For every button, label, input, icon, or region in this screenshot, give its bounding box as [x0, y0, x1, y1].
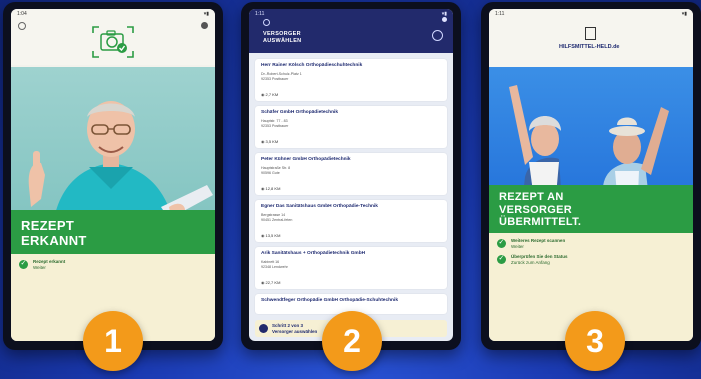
provider-distance: 3,5 KM [261, 139, 279, 144]
page-title: VERSORGER AUSWÄHLEN [263, 31, 301, 45]
result-title-line-1: REZEPT AN [499, 191, 564, 203]
action-sub: Zurück zum Anfang [511, 260, 550, 265]
phone-step-3: 1:11 ▾▮ HILFSMITTEL-HELD.de REZEPT AN VE… [481, 2, 701, 350]
result-title-line-1: REZEPT [21, 218, 75, 233]
status-bar: 1:11 ▾▮ [249, 9, 453, 19]
provider-address: Bergstrasse 14 90451 Zentral-feten [261, 213, 293, 222]
phone-step-1: 1:04 ▾▮ REZEPT ERKANNT ✓ Rezept erkannt … [3, 2, 223, 350]
settings-icon[interactable] [432, 30, 443, 41]
info-text: Rezept erkannt Weiter [33, 259, 65, 271]
step-badge-3: 3 [565, 311, 625, 371]
status-icons: ▾▮ [681, 11, 687, 17]
provider-list: Herr Rainer Kölsch Orthopädieschuhtechni… [255, 59, 447, 319]
provider-name: Peter Kühner GmbH Orthopädietechnik [261, 157, 351, 162]
status-time: 1:04 [17, 11, 27, 17]
menu-dot-icon[interactable] [201, 22, 208, 29]
check-icon [497, 238, 506, 248]
camera-check-icon [92, 26, 134, 58]
check-icon [497, 254, 506, 264]
app-header: 1:04 ▾▮ [11, 9, 215, 65]
status-icons: ▾▮ [203, 11, 209, 17]
provider-address: Hauptstr. 77 - 83 92353 Postbauer [261, 119, 289, 128]
app-header: 1:11 ▾▮ VERSORGER AUSWÄHLEN [249, 9, 453, 53]
result-title-line-2: ERKANNT [21, 233, 87, 248]
info-line-2: Weiter [33, 265, 46, 270]
status-bar: 1:11 ▾▮ [489, 9, 693, 19]
page-title-line-2: AUSWÄHLEN [263, 38, 302, 44]
gear-icon[interactable] [18, 22, 26, 30]
page-title-line-1: VERSORGER [263, 31, 301, 37]
provider-item[interactable]: Schäfer GmbH Orthopädietechnik Hauptstr.… [255, 106, 447, 148]
result-card: REZEPT AN VERSORGER ÜBERMITTELT. [489, 185, 693, 233]
brand-logo-text: HILFSMITTEL-HELD.de [559, 44, 620, 50]
provider-item[interactable]: Herr Rainer Kölsch Orthopädieschuhtechni… [255, 59, 447, 101]
status-time: 1:11 [255, 11, 265, 17]
provider-name: Egner Das Sanitätshaus GmbH Orthopädie-T… [261, 204, 378, 209]
screen-step-1: 1:04 ▾▮ REZEPT ERKANNT ✓ Rezept erkannt … [11, 9, 215, 341]
step-badge-1: 1 [83, 311, 143, 371]
provider-distance: 13,5 KM [261, 233, 281, 238]
screen-step-2: 1:11 ▾▮ VERSORGER AUSWÄHLEN Herr Rainer … [249, 9, 453, 341]
provider-item[interactable]: Egner Das Sanitätshaus GmbH Orthopädie-T… [255, 200, 447, 242]
result-title-line-3: ÜBERMITTELT. [499, 216, 582, 228]
phone-step-2: 1:11 ▾▮ VERSORGER AUSWÄHLEN Herr Rainer … [241, 2, 461, 350]
provider-name: Schäfer GmbH Orthopädietechnik [261, 110, 339, 115]
gear-icon[interactable] [263, 19, 270, 26]
step-label: Versorger auswählen [272, 328, 318, 334]
step-progress-text: Schritt 2 von 3 Versorger auswählen [272, 323, 317, 334]
provider-address: Hauptstraße Str. 8 90596 Gute [261, 166, 291, 175]
provider-item[interactable]: Peter Kühner GmbH Orthopädietechnik Haup… [255, 153, 447, 195]
action-sub: Weiter [511, 244, 524, 249]
result-title: REZEPT AN VERSORGER ÜBERMITTELT. [499, 191, 581, 229]
provider-address: Dr.-Robert-Schulz-Platz 1 92353 Postbaue… [261, 72, 302, 81]
progress-circle-icon [259, 324, 268, 333]
app-header: 1:11 ▾▮ HILFSMITTEL-HELD.de [489, 9, 693, 67]
promo-stage: 1:04 ▾▮ REZEPT ERKANNT ✓ Rezept erkannt … [0, 0, 701, 379]
check-icon [19, 259, 28, 269]
provider-name: Arik Sanitätshaus + Orthopädietechnik Gm… [261, 251, 366, 256]
info-dot-icon[interactable] [442, 17, 447, 22]
provider-name: Herr Rainer Kölsch Orthopädieschuhtechni… [261, 63, 363, 68]
result-card: REZEPT ERKANNT [11, 210, 215, 254]
step-badge-2: 2 [322, 311, 382, 371]
screen-step-3: 1:11 ▾▮ HILFSMITTEL-HELD.de REZEPT AN VE… [489, 9, 693, 341]
status-time: 1:11 [495, 11, 505, 17]
provider-name: Schwendtfeger Orthopädie GmbH Orthopädie… [261, 298, 398, 303]
result-title: REZEPT ERKANNT [21, 218, 87, 248]
provider-distance: 2,7 KM [261, 92, 279, 97]
provider-address: Kabinett 16 92348 Lendwehr [261, 260, 288, 269]
logo-icon [585, 27, 596, 40]
provider-item[interactable]: Arik Sanitätshaus + Orthopädietechnik Gm… [255, 247, 447, 289]
result-title-line-2: VERSORGER [499, 203, 572, 216]
provider-distance: 12,8 KM [261, 186, 281, 191]
status-bar: 1:04 ▾▮ [11, 9, 215, 19]
provider-distance: 22,7 KM [261, 280, 281, 285]
